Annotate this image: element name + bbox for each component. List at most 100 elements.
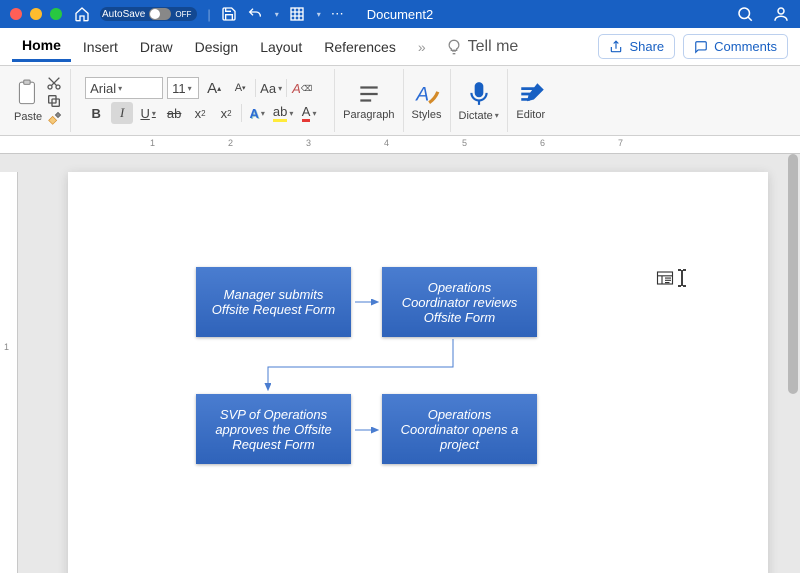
tell-me-label: Tell me: [468, 38, 519, 56]
styles-button[interactable]: A Styles: [412, 81, 442, 121]
lightbulb-icon: [446, 39, 462, 55]
editor-icon: [516, 81, 546, 107]
change-case-button[interactable]: Aa▾: [260, 77, 282, 99]
flow-box-4[interactable]: Operations Coordinator opens a project: [382, 394, 537, 464]
ruler-mark: 2: [228, 138, 233, 148]
font-name-select[interactable]: Arial▾: [85, 77, 163, 99]
toggle-switch-icon: [149, 8, 171, 20]
clear-formatting-button[interactable]: A⌫: [291, 77, 313, 99]
layout-options-icon: [656, 269, 674, 287]
share-button[interactable]: Share: [598, 34, 675, 59]
styles-label: Styles: [412, 109, 442, 121]
tab-home[interactable]: Home: [12, 31, 71, 62]
document-area: 1 Manager submits Offsite Request Form O…: [0, 154, 800, 573]
tabs-overflow[interactable]: »: [408, 33, 436, 61]
ruler-mark: 4: [384, 138, 389, 148]
table-quick-icon[interactable]: [289, 6, 305, 22]
font-group: Arial▾ 11▾ A▴ A▾ Aa▾ A⌫ B I U▾ ab x2 x2 …: [71, 69, 335, 132]
more-icon[interactable]: ⋯: [331, 6, 346, 22]
styles-group: A Styles: [404, 69, 451, 132]
paragraph-icon: [354, 81, 384, 107]
window-controls: [10, 8, 62, 20]
comment-icon: [694, 40, 708, 54]
flow-box-2[interactable]: Operations Coordinator reviews Offsite F…: [382, 267, 537, 337]
ruler-mark: 3: [306, 138, 311, 148]
tab-draw[interactable]: Draw: [130, 33, 183, 61]
text-cursor-icon: [676, 268, 688, 288]
format-painter-icon[interactable]: [46, 111, 62, 127]
layout-options-handle[interactable]: [656, 268, 688, 288]
copy-icon[interactable]: [46, 93, 62, 109]
dictate-group: Dictate▾: [451, 69, 508, 132]
tab-insert[interactable]: Insert: [73, 33, 128, 61]
text-effects-button[interactable]: A▾: [246, 102, 268, 124]
search-icon[interactable]: [736, 5, 754, 23]
document-page[interactable]: Manager submits Offsite Request Form Ope…: [68, 172, 768, 573]
paste-label: Paste: [14, 111, 42, 123]
save-icon[interactable]: [221, 6, 237, 22]
font-name-value: Arial: [90, 81, 116, 96]
flow-box-3[interactable]: SVP of Operations approves the Offsite R…: [196, 394, 351, 464]
tab-references[interactable]: References: [314, 33, 406, 61]
close-window-button[interactable]: [10, 8, 22, 20]
tab-layout[interactable]: Layout: [250, 33, 312, 61]
autosave-label: AutoSave: [102, 9, 145, 20]
document-title: Document2: [367, 7, 433, 22]
font-color-button[interactable]: A▾: [298, 102, 320, 124]
paragraph-button[interactable]: Paragraph: [343, 81, 394, 121]
flow-box-3-text: SVP of Operations approves the Offsite R…: [206, 407, 341, 452]
undo-icon[interactable]: [247, 6, 263, 22]
paragraph-label: Paragraph: [343, 109, 394, 121]
ruler-mark: 6: [540, 138, 545, 148]
cut-icon[interactable]: [46, 75, 62, 91]
strikethrough-button[interactable]: ab: [163, 102, 185, 124]
clipboard-icon: [15, 79, 41, 109]
horizontal-ruler[interactable]: 1 2 3 4 5 6 7: [0, 136, 800, 154]
window-titlebar: AutoSave OFF | ▾ ▾ ⋯ Document2: [0, 0, 800, 28]
editor-label: Editor: [516, 109, 545, 121]
dictate-label: Dictate: [459, 110, 493, 122]
clipboard-group: Paste: [6, 69, 71, 132]
tell-me[interactable]: Tell me: [446, 38, 519, 56]
share-icon: [609, 40, 623, 54]
flow-connectors: [68, 172, 768, 573]
font-size-value: 11: [172, 81, 186, 96]
underline-button[interactable]: U▾: [137, 102, 159, 124]
flow-box-4-text: Operations Coordinator opens a project: [392, 407, 527, 452]
shrink-font-button[interactable]: A▾: [229, 77, 251, 99]
comments-button[interactable]: Comments: [683, 34, 788, 59]
home-icon[interactable]: [74, 6, 90, 22]
comments-label: Comments: [714, 39, 777, 54]
flow-box-1[interactable]: Manager submits Offsite Request Form: [196, 267, 351, 337]
vertical-ruler[interactable]: 1: [0, 172, 18, 573]
tab-design[interactable]: Design: [185, 33, 249, 61]
zoom-window-button[interactable]: [50, 8, 62, 20]
ruler-mark: 1: [150, 138, 155, 148]
superscript-button[interactable]: x2: [215, 102, 237, 124]
chevron-down-icon[interactable]: ▾: [317, 10, 321, 19]
subscript-button[interactable]: x2: [189, 102, 211, 124]
flow-box-1-text: Manager submits Offsite Request Form: [206, 287, 341, 317]
paste-button[interactable]: Paste: [14, 79, 42, 123]
italic-button[interactable]: I: [111, 102, 133, 124]
font-size-select[interactable]: 11▾: [167, 77, 199, 99]
bold-button[interactable]: B: [85, 102, 107, 124]
ribbon-tabs: Home Insert Draw Design Layout Reference…: [0, 28, 800, 66]
editor-group: Editor: [508, 69, 554, 132]
grow-font-button[interactable]: A▴: [203, 77, 225, 99]
paragraph-group: Paragraph: [335, 69, 403, 132]
minimize-window-button[interactable]: [30, 8, 42, 20]
vertical-scrollbar[interactable]: [788, 154, 798, 394]
autosave-toggle[interactable]: AutoSave OFF: [100, 7, 197, 21]
dictate-button[interactable]: Dictate▾: [459, 80, 499, 122]
flow-box-2-text: Operations Coordinator reviews Offsite F…: [392, 280, 527, 325]
chevron-down-icon[interactable]: ▾: [275, 10, 279, 19]
ribbon: Paste Arial▾ 11▾ A▴ A▾ Aa▾ A⌫ B: [0, 66, 800, 136]
highlight-button[interactable]: ab▾: [272, 102, 294, 124]
editor-button[interactable]: Editor: [516, 81, 546, 121]
share-label: Share: [629, 39, 664, 54]
autosave-state: OFF: [175, 10, 191, 19]
account-icon[interactable]: [772, 5, 790, 23]
svg-text:A: A: [415, 83, 429, 105]
microphone-icon: [466, 80, 492, 108]
